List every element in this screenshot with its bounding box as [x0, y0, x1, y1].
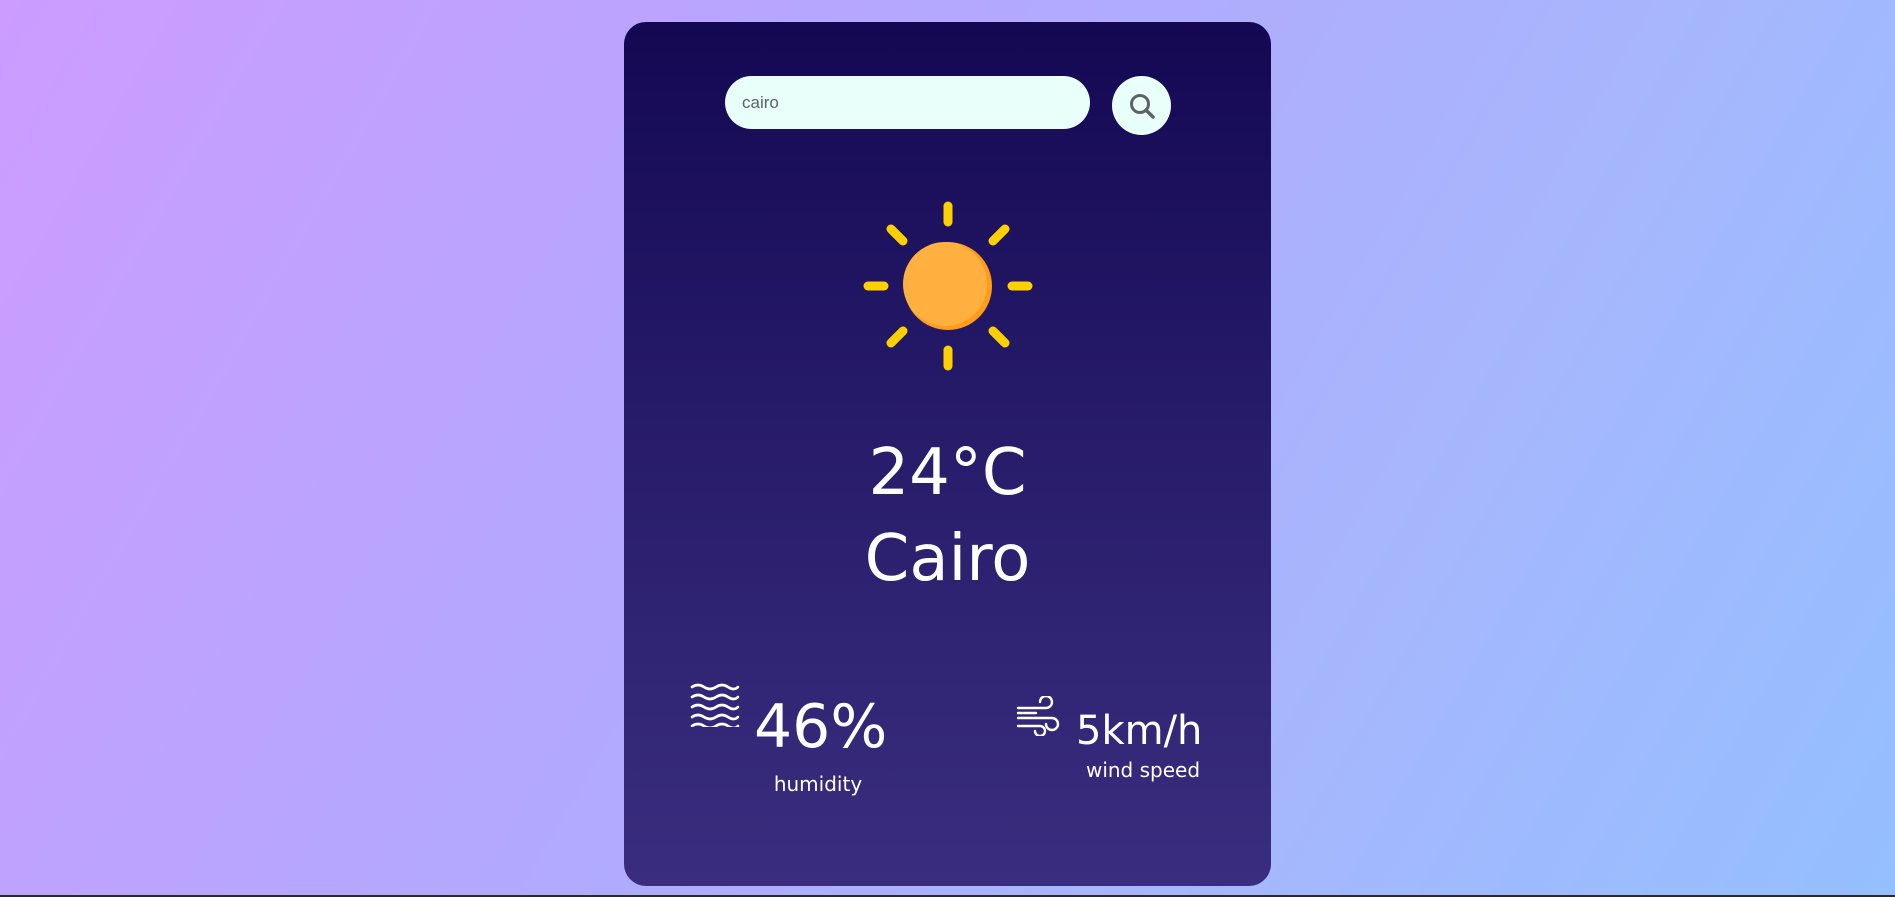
weather-icon — [860, 198, 1036, 374]
wind-icon — [1016, 696, 1060, 736]
wind-speed-value: 5km/h — [1076, 708, 1203, 754]
city-name: Cairo — [864, 522, 1031, 596]
wind-speed-label: wind speed — [1085, 758, 1201, 782]
weather-card: 24°C Cairo 46% humidity 5km/h wind speed — [624, 22, 1271, 886]
humidity-icon — [690, 683, 740, 727]
humidity-value: 46% — [754, 692, 888, 762]
search-button[interactable] — [1112, 76, 1171, 135]
city-search-input[interactable] — [725, 76, 1090, 129]
search-icon — [1129, 93, 1155, 119]
temperature: 24°C — [868, 436, 1027, 510]
sun-icon — [863, 201, 1033, 371]
humidity-label: humidity — [773, 772, 863, 796]
